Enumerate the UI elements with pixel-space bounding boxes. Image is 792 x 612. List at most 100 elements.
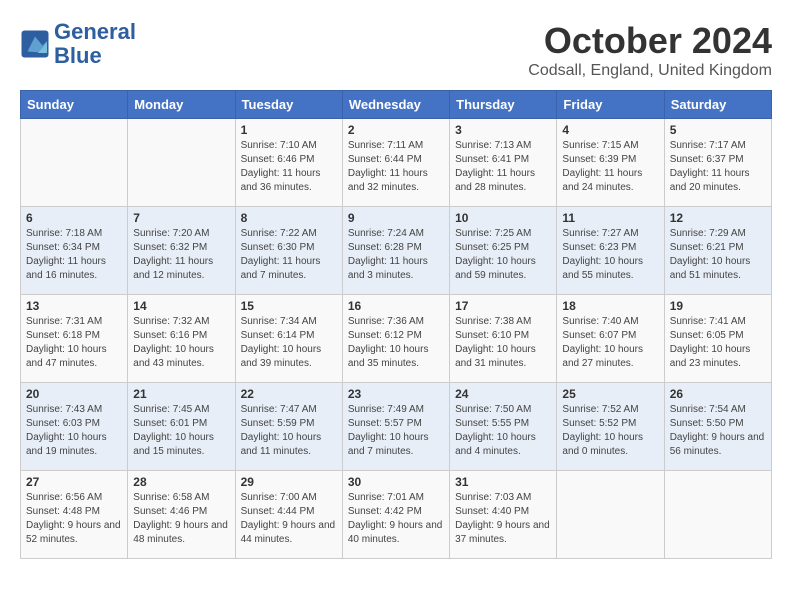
day-info: Sunrise: 7:47 AM Sunset: 5:59 PM Dayligh… [241, 403, 337, 459]
calendar-week-5: 27 Sunrise: 6:56 AM Sunset: 4:48 PM Dayli… [21, 471, 772, 559]
calendar-cell: 27 Sunrise: 6:56 AM Sunset: 4:48 PM Dayli… [21, 471, 128, 559]
calendar-cell: 11 Sunrise: 7:27 AM Sunset: 6:23 PM Dayli… [557, 207, 664, 295]
calendar-cell: 9 Sunrise: 7:24 AM Sunset: 6:28 PM Daylig… [342, 207, 449, 295]
day-number: 23 [348, 387, 444, 401]
calendar-cell: 28Sunrise: 6:58 AM Sunset: 4:46 PM Dayli… [128, 471, 235, 559]
day-info: Sunrise: 7:31 AM Sunset: 6:18 PM Dayligh… [26, 315, 122, 371]
calendar-cell: 25 Sunrise: 7:52 AM Sunset: 5:52 PM Dayli… [557, 383, 664, 471]
day-number: 22 [241, 387, 337, 401]
day-number: 6 [26, 211, 122, 225]
calendar-cell: 7 Sunrise: 7:20 AM Sunset: 6:32 PM Daylig… [128, 207, 235, 295]
calendar-header-tuesday: Tuesday [235, 91, 342, 119]
calendar-cell: 19 Sunrise: 7:41 AM Sunset: 6:05 PM Dayli… [664, 295, 771, 383]
calendar-cell: 18 Sunrise: 7:40 AM Sunset: 6:07 PM Dayli… [557, 295, 664, 383]
day-info: Sunrise: 7:49 AM Sunset: 5:57 PM Dayligh… [348, 403, 444, 459]
day-number: 15 [241, 299, 337, 313]
day-info: Sunrise: 7:34 AM Sunset: 6:14 PM Dayligh… [241, 315, 337, 371]
day-number: 12 [670, 211, 766, 225]
logo-line2: Blue [54, 44, 136, 68]
day-info: Sunrise: 7:03 AM Sunset: 4:40 PM Dayligh… [455, 491, 551, 547]
calendar-cell: 1 Sunrise: 7:10 AM Sunset: 6:46 PM Daylig… [235, 119, 342, 207]
day-number: 14 [133, 299, 229, 313]
day-info: Sunrise: 7:25 AM Sunset: 6:25 PM Dayligh… [455, 227, 551, 283]
calendar-header-monday: Monday [128, 91, 235, 119]
logo-icon [20, 29, 50, 59]
logo-line1: General [54, 20, 136, 44]
day-info: Sunrise: 7:13 AM Sunset: 6:41 PM Dayligh… [455, 139, 551, 195]
day-info: Sunrise: 7:15 AM Sunset: 6:39 PM Dayligh… [562, 139, 658, 195]
day-info: Sunrise: 7:45 AM Sunset: 6:01 PM Dayligh… [133, 403, 229, 459]
day-info: Sunrise: 7:43 AM Sunset: 6:03 PM Dayligh… [26, 403, 122, 459]
calendar-header-saturday: Saturday [664, 91, 771, 119]
calendar-cell: 13 Sunrise: 7:31 AM Sunset: 6:18 PM Dayli… [21, 295, 128, 383]
day-number: 28 [133, 475, 229, 489]
logo: General Blue [20, 20, 136, 68]
day-number: 3 [455, 123, 551, 137]
calendar-header-sunday: Sunday [21, 91, 128, 119]
calendar-table: SundayMondayTuesdayWednesdayThursdayFrid… [20, 90, 772, 559]
calendar-header-friday: Friday [557, 91, 664, 119]
calendar-cell: 4 Sunrise: 7:15 AM Sunset: 6:39 PM Daylig… [557, 119, 664, 207]
calendar-cell: 23 Sunrise: 7:49 AM Sunset: 5:57 PM Dayli… [342, 383, 449, 471]
day-info: Sunrise: 7:54 AM Sunset: 5:50 PM Dayligh… [670, 403, 766, 459]
calendar-week-3: 13 Sunrise: 7:31 AM Sunset: 6:18 PM Dayli… [21, 295, 772, 383]
day-info: Sunrise: 7:20 AM Sunset: 6:32 PM Dayligh… [133, 227, 229, 283]
day-number: 25 [562, 387, 658, 401]
calendar-cell: 2Sunrise: 7:11 AM Sunset: 6:44 PM Daylig… [342, 119, 449, 207]
day-info: Sunrise: 7:36 AM Sunset: 6:12 PM Dayligh… [348, 315, 444, 371]
calendar-cell: 17Sunrise: 7:38 AM Sunset: 6:10 PM Dayli… [450, 295, 557, 383]
calendar-cell: 21 Sunrise: 7:45 AM Sunset: 6:01 PM Dayli… [128, 383, 235, 471]
calendar-cell [128, 119, 235, 207]
calendar-week-1: 1 Sunrise: 7:10 AM Sunset: 6:46 PM Daylig… [21, 119, 772, 207]
day-number: 8 [241, 211, 337, 225]
calendar-cell: 22 Sunrise: 7:47 AM Sunset: 5:59 PM Dayli… [235, 383, 342, 471]
day-number: 10 [455, 211, 551, 225]
day-info: Sunrise: 7:24 AM Sunset: 6:28 PM Dayligh… [348, 227, 444, 283]
day-number: 30 [348, 475, 444, 489]
calendar-header-row: SundayMondayTuesdayWednesdayThursdayFrid… [21, 91, 772, 119]
day-info: Sunrise: 7:32 AM Sunset: 6:16 PM Dayligh… [133, 315, 229, 371]
calendar-cell: 12Sunrise: 7:29 AM Sunset: 6:21 PM Dayli… [664, 207, 771, 295]
calendar-cell [557, 471, 664, 559]
calendar-cell: 14 Sunrise: 7:32 AM Sunset: 6:16 PM Dayli… [128, 295, 235, 383]
day-number: 21 [133, 387, 229, 401]
day-info: Sunrise: 7:17 AM Sunset: 6:37 PM Dayligh… [670, 139, 766, 195]
day-info: Sunrise: 7:40 AM Sunset: 6:07 PM Dayligh… [562, 315, 658, 371]
calendar-week-4: 20Sunrise: 7:43 AM Sunset: 6:03 PM Dayli… [21, 383, 772, 471]
calendar-cell: 31 Sunrise: 7:03 AM Sunset: 4:40 PM Dayli… [450, 471, 557, 559]
day-info: Sunrise: 7:10 AM Sunset: 6:46 PM Dayligh… [241, 139, 337, 195]
day-info: Sunrise: 6:56 AM Sunset: 4:48 PM Dayligh… [26, 491, 122, 547]
day-number: 1 [241, 123, 337, 137]
day-info: Sunrise: 7:52 AM Sunset: 5:52 PM Dayligh… [562, 403, 658, 459]
calendar-cell: 8Sunrise: 7:22 AM Sunset: 6:30 PM Daylig… [235, 207, 342, 295]
calendar-cell: 3 Sunrise: 7:13 AM Sunset: 6:41 PM Daylig… [450, 119, 557, 207]
calendar-cell: 30Sunrise: 7:01 AM Sunset: 4:42 PM Dayli… [342, 471, 449, 559]
calendar-week-2: 6 Sunrise: 7:18 AM Sunset: 6:34 PM Daylig… [21, 207, 772, 295]
day-number: 27 [26, 475, 122, 489]
day-number: 13 [26, 299, 122, 313]
day-number: 7 [133, 211, 229, 225]
calendar-cell: 15 Sunrise: 7:34 AM Sunset: 6:14 PM Dayli… [235, 295, 342, 383]
day-number: 19 [670, 299, 766, 313]
day-number: 9 [348, 211, 444, 225]
calendar-cell: 6 Sunrise: 7:18 AM Sunset: 6:34 PM Daylig… [21, 207, 128, 295]
day-number: 18 [562, 299, 658, 313]
title-block: October 2024 Codsall, England, United Ki… [528, 20, 772, 80]
day-number: 2 [348, 123, 444, 137]
day-number: 31 [455, 475, 551, 489]
page-header: General Blue October 2024 Codsall, Engla… [20, 20, 772, 80]
calendar-cell: 26Sunrise: 7:54 AM Sunset: 5:50 PM Dayli… [664, 383, 771, 471]
day-info: Sunrise: 7:38 AM Sunset: 6:10 PM Dayligh… [455, 315, 551, 371]
day-info: Sunrise: 7:41 AM Sunset: 6:05 PM Dayligh… [670, 315, 766, 371]
calendar-body: 1 Sunrise: 7:10 AM Sunset: 6:46 PM Daylig… [21, 119, 772, 559]
day-info: Sunrise: 7:50 AM Sunset: 5:55 PM Dayligh… [455, 403, 551, 459]
day-info: Sunrise: 7:18 AM Sunset: 6:34 PM Dayligh… [26, 227, 122, 283]
day-number: 11 [562, 211, 658, 225]
day-info: Sunrise: 7:00 AM Sunset: 4:44 PM Dayligh… [241, 491, 337, 547]
calendar-cell: 20Sunrise: 7:43 AM Sunset: 6:03 PM Dayli… [21, 383, 128, 471]
calendar-cell: 10 Sunrise: 7:25 AM Sunset: 6:25 PM Dayli… [450, 207, 557, 295]
day-number: 4 [562, 123, 658, 137]
day-info: Sunrise: 7:27 AM Sunset: 6:23 PM Dayligh… [562, 227, 658, 283]
day-number: 16 [348, 299, 444, 313]
day-number: 5 [670, 123, 766, 137]
